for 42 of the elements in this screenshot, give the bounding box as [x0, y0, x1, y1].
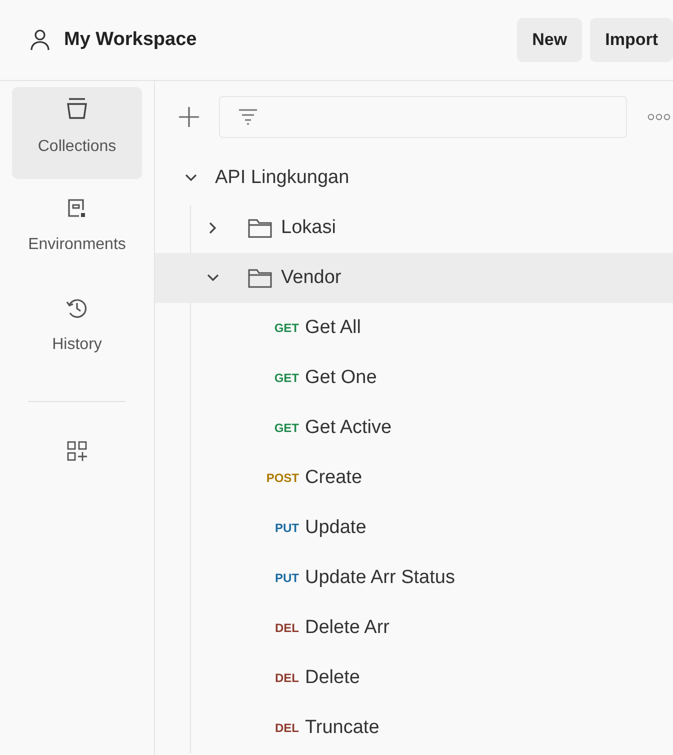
rail-tab[interactable]: Collections	[12, 87, 142, 179]
plus-icon	[178, 106, 200, 128]
method-label: PUT	[274, 570, 300, 587]
rail-tab[interactable]: Environments	[12, 187, 142, 279]
method-label: GET	[273, 420, 300, 437]
method-label: POST	[265, 470, 300, 487]
chevron-down-icon[interactable]	[207, 274, 219, 282]
method-label: DEL	[274, 720, 300, 737]
tree-row[interactable]: GET Get One	[155, 353, 673, 403]
add-button[interactable]	[177, 105, 201, 129]
trash-bin-icon	[66, 97, 88, 121]
history-icon	[65, 297, 89, 319]
method-label: GET	[273, 320, 300, 337]
tree-row[interactable]: Vendor	[155, 253, 673, 303]
tree-row[interactable]: Lokasi	[155, 203, 673, 253]
filter-icon	[238, 108, 258, 126]
import-button[interactable]: Import	[590, 18, 673, 62]
more-icon[interactable]	[647, 113, 671, 121]
tree-row[interactable]: POST Create	[155, 453, 673, 503]
tree-row[interactable]: GET Get All	[155, 303, 673, 353]
new-button[interactable]: New	[517, 18, 582, 62]
method-label: DEL	[274, 670, 300, 687]
user-icon	[30, 29, 50, 51]
folder-icon	[247, 217, 273, 239]
filter-field[interactable]	[219, 96, 627, 138]
chevron-down-icon[interactable]	[185, 174, 197, 182]
tree-row[interactable]: DEL Delete	[155, 653, 673, 703]
method-label: DEL	[274, 620, 300, 637]
tree-row[interactable]: API Lingkungan	[155, 153, 673, 203]
tree-row[interactable]: DEL Truncate	[155, 703, 673, 753]
method-label: PUT	[274, 520, 300, 537]
tree-row[interactable]: DEL Delete Arr	[155, 603, 673, 653]
add-apps-icon[interactable]	[66, 440, 88, 462]
rail-tab[interactable]: History	[12, 287, 142, 379]
folder-icon	[247, 267, 273, 289]
workspace-title: My Workspace	[64, 28, 197, 52]
chevron-right-icon[interactable]	[209, 222, 217, 234]
tree-row[interactable]: GET Get Active	[155, 403, 673, 453]
tree-row[interactable]: PUT Update	[155, 503, 673, 553]
environment-icon	[66, 197, 88, 219]
tree-row[interactable]: PUT Update Arr Status	[155, 553, 673, 603]
method-label: GET	[273, 370, 300, 387]
